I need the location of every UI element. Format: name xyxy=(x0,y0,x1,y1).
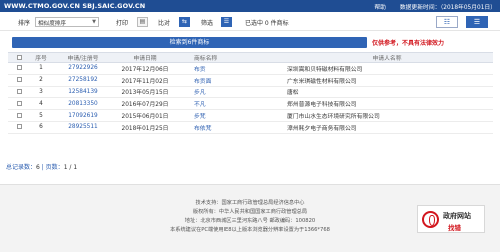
print-button[interactable]: 打印 xyxy=(116,18,128,27)
grid-view-icon[interactable]: ☰ xyxy=(466,16,488,28)
header-mark-name: 商标名称 xyxy=(176,52,281,63)
result-count-banner: 检索到6件商标 xyxy=(12,37,367,48)
row-reg-no[interactable]: 17092619 xyxy=(52,109,114,122)
compare-button[interactable]: 比对 xyxy=(158,18,170,27)
top-header: WWW.CTMO.GOV.CN SBJ.SAIC.GOV.CN 帮助 数据更新时… xyxy=(0,0,500,12)
row-applicant: 唐松 xyxy=(281,86,493,99)
row-applicant: 漳州耗夕电子商务有限公司 xyxy=(281,121,493,134)
row-no: 5 xyxy=(30,109,52,122)
badge-subtitle: 找错 xyxy=(448,224,461,232)
table-row[interactable]: 6 28925511 2018年01月25日 布依梵 漳州耗夕电子商务有限公司 xyxy=(8,121,493,134)
row-mark-name[interactable]: 步梵 xyxy=(176,109,281,122)
table-header-row: 序号 申请/注册号 申请日期 商标名称 申请人名称 xyxy=(8,52,493,63)
header-date: 申请日期 xyxy=(114,52,176,63)
row-reg-no[interactable]: 12584139 xyxy=(52,86,114,99)
row-no: 6 xyxy=(30,121,52,134)
row-no: 3 xyxy=(30,86,52,99)
table-row[interactable]: 4 20813350 2016年07月29日 不凡 郑州普源电子科技有限公司 xyxy=(8,97,493,111)
toolbar: 排序 相似度排序 ▼ 打印 ▤ 比对 ⇆ 筛选 ☰ 已选中 0 件商标 ☷ ☰ xyxy=(0,14,500,31)
row-mark-name[interactable]: 步凡 xyxy=(176,86,281,99)
row-checkbox[interactable] xyxy=(8,121,30,134)
row-no: 1 xyxy=(30,62,52,75)
gov-logo-icon xyxy=(422,211,439,228)
checkbox-icon[interactable] xyxy=(16,124,22,130)
checkbox-icon[interactable] xyxy=(16,77,22,83)
row-applicant: 深圳嵩和贝特磁材料有限公司 xyxy=(281,62,493,75)
list-view-icon[interactable]: ☷ xyxy=(436,16,458,28)
row-applicant: 广东米琪磁性材料有限公司 xyxy=(281,74,493,87)
row-checkbox[interactable] xyxy=(8,86,30,99)
page-label: | 页数： xyxy=(39,164,64,171)
row-checkbox[interactable] xyxy=(8,97,30,111)
legal-warning: 仅供参考，不具有法律效力 xyxy=(372,40,445,47)
row-mark-name[interactable]: 布贡面 xyxy=(176,74,281,87)
filter-icon[interactable]: ☰ xyxy=(221,17,232,27)
checkbox-icon[interactable] xyxy=(16,65,22,71)
row-mark-name[interactable]: 布贡 xyxy=(176,62,281,75)
chevron-down-icon: ▼ xyxy=(92,19,96,25)
header-no: 序号 xyxy=(30,52,52,63)
row-checkbox[interactable] xyxy=(8,109,30,122)
table-row[interactable]: 5 17092619 2015年06月01日 步梵 厦门市山水生态环境研究所有限… xyxy=(8,109,493,122)
row-applicant: 厦门市山水生态环境研究所有限公司 xyxy=(281,109,493,122)
gov-site-error-badge[interactable]: 政府网站 找错 xyxy=(417,205,485,233)
header-right: 帮助 数据更新时间：（2018年05月01日） xyxy=(362,2,496,11)
checkbox-icon[interactable] xyxy=(16,112,22,118)
row-date: 2018年01月25日 xyxy=(114,121,176,134)
table-row[interactable]: 1 27922926 2017年12月06日 布贡 深圳嵩和贝特磁材料有限公司 xyxy=(8,62,493,75)
help-link[interactable]: 帮助 xyxy=(374,5,386,11)
header-reg-no: 申请/注册号 xyxy=(52,52,114,63)
header-applicant: 申请人名称 xyxy=(281,52,493,63)
sort-label: 排序 xyxy=(18,20,31,27)
table-row[interactable]: 2 27258192 2017年11月02日 布贡面 广东米琪磁性材料有限公司 xyxy=(8,74,493,87)
selected-count: 已选中 0 件商标 xyxy=(245,20,289,27)
row-date: 2015年06月01日 xyxy=(114,109,176,122)
results-table: 序号 申请/注册号 申请日期 商标名称 申请人名称 1 27922926 201… xyxy=(8,52,493,134)
total-label: 总记录数： xyxy=(6,164,37,171)
print-icon[interactable]: ▤ xyxy=(137,17,148,27)
row-date: 2017年12月06日 xyxy=(114,62,176,75)
row-checkbox[interactable] xyxy=(8,62,30,75)
checkbox-icon[interactable] xyxy=(16,100,22,106)
data-update-time: 数据更新时间：（2018年05月01日） xyxy=(399,5,496,11)
row-reg-no[interactable]: 28925511 xyxy=(52,121,114,134)
badge-title: 政府网站 xyxy=(443,212,471,220)
row-date: 2016年07月29日 xyxy=(114,97,176,111)
row-date: 2013年05月15日 xyxy=(114,86,176,99)
row-no: 4 xyxy=(30,97,52,111)
row-no: 2 xyxy=(30,74,52,87)
row-reg-no[interactable]: 27922926 xyxy=(52,62,114,75)
row-checkbox[interactable] xyxy=(8,74,30,87)
row-date: 2017年11月02日 xyxy=(114,74,176,87)
row-reg-no[interactable]: 27258192 xyxy=(52,74,114,87)
sort-select[interactable]: 相似度排序 ▼ xyxy=(35,17,99,27)
filter-button[interactable]: 筛选 xyxy=(201,18,213,27)
checkbox-icon[interactable] xyxy=(16,54,22,60)
row-mark-name[interactable]: 不凡 xyxy=(176,97,281,111)
page-number: 1 / 1 xyxy=(63,164,78,171)
table-row[interactable]: 3 12584139 2013年05月15日 步凡 唐松 xyxy=(8,86,493,99)
row-applicant: 郑州普源电子科技有限公司 xyxy=(281,97,493,111)
select-all-header[interactable] xyxy=(8,52,30,63)
row-reg-no[interactable]: 20813350 xyxy=(52,97,114,111)
pagination-info: 总记录数：6 | 页数：1 / 1 xyxy=(6,162,77,171)
sort-select-value: 相似度排序 xyxy=(38,21,66,27)
compare-icon[interactable]: ⇆ xyxy=(179,17,190,27)
row-mark-name[interactable]: 布依梵 xyxy=(176,121,281,134)
site-domain: WWW.CTMO.GOV.CN SBJ.SAIC.GOV.CN xyxy=(4,2,146,10)
checkbox-icon[interactable] xyxy=(16,88,22,94)
